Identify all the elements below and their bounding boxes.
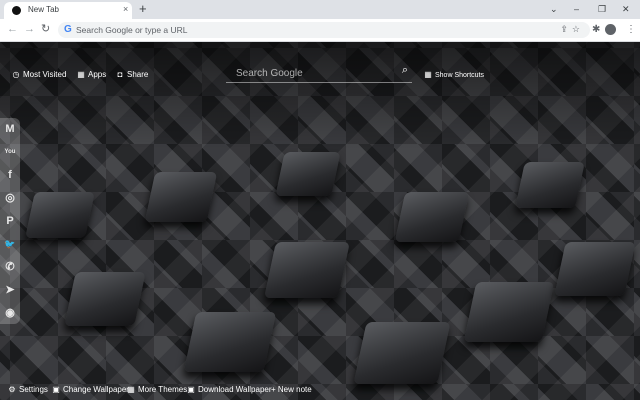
settings-label: Settings — [19, 385, 48, 394]
themes-grid-icon: ▦ — [127, 384, 135, 394]
more-themes-label: More Themes — [138, 385, 188, 394]
minimize-button[interactable]: – — [574, 3, 579, 15]
wallpaper-cube — [353, 322, 451, 384]
youtube-icon[interactable]: You — [1, 145, 19, 159]
facebook-icon[interactable]: f — [3, 168, 17, 182]
wallpaper-cube — [554, 242, 636, 296]
most-visited-label: Most Visited — [23, 70, 67, 79]
tab-search-icon[interactable]: ⌄ — [550, 3, 558, 15]
menu-icon[interactable]: ⋮ — [626, 23, 636, 36]
restore-button[interactable]: ❐ — [598, 3, 606, 15]
wallpaper-cube — [183, 312, 277, 372]
settings-button[interactable]: ⚙ Settings — [8, 385, 48, 394]
back-icon[interactable]: ← — [7, 23, 18, 36]
tab-title: New Tab — [28, 5, 59, 14]
wallpaper-cube — [264, 242, 350, 298]
wallpaper-cube — [25, 192, 95, 238]
download-wallpaper-button[interactable]: ▣ Download Wallpaper — [187, 384, 272, 394]
twitter-icon[interactable]: 🐦 — [3, 237, 17, 251]
wallpaper-cube — [64, 272, 146, 326]
download-wallpaper-label: Download Wallpaper — [198, 385, 272, 394]
change-wallpaper-label: Change Wallpaper — [63, 385, 129, 394]
tab-favicon-icon — [12, 6, 21, 15]
reload-icon[interactable]: ↻ — [41, 23, 50, 36]
tab-new-tab[interactable]: New Tab × — [4, 2, 132, 19]
omnibox[interactable]: G Search Google or type a URL ⇪☆ — [58, 22, 590, 38]
wallpaper — [0, 42, 640, 400]
new-note-button[interactable]: + New note — [271, 385, 312, 394]
history-icon: ◷ — [12, 69, 20, 79]
download-icon: ▣ — [187, 384, 195, 394]
change-wallpaper-button[interactable]: ▣ Change Wallpaper — [52, 385, 129, 394]
apps-button[interactable]: ▦ Apps — [77, 70, 106, 79]
wallpaper-cube — [463, 282, 555, 342]
forward-icon[interactable]: → — [24, 23, 35, 36]
tab-close-icon[interactable]: × — [123, 4, 128, 14]
pinterest-icon[interactable]: P — [3, 214, 17, 228]
profile-avatar-icon[interactable] — [605, 24, 616, 35]
tab-strip: New Tab × + ⌄ – ❐ ✕ — [0, 0, 640, 19]
browser-toolbar: ← → ↻ G Search Google or type a URL ⇪☆ ✱… — [0, 19, 640, 42]
image-icon: ▣ — [52, 384, 60, 394]
search-icon[interactable]: ⌕ — [402, 64, 408, 77]
telegram-icon[interactable]: ➤ — [3, 283, 17, 297]
search-input[interactable] — [234, 64, 388, 82]
instagram-icon[interactable]: ◎ — [3, 191, 17, 205]
close-window-button[interactable]: ✕ — [622, 3, 630, 15]
wallpaper-cube — [144, 172, 218, 222]
wallpaper-cube — [515, 162, 585, 208]
wallpaper-cube — [275, 152, 341, 196]
extensions-icon[interactable]: ✱ — [592, 23, 600, 36]
new-tab-button[interactable]: + — [139, 1, 147, 17]
gear-icon: ⚙ — [8, 384, 16, 394]
most-visited-button[interactable]: ◷ Most Visited — [12, 69, 67, 79]
show-shortcuts-button[interactable]: ▦ Show Shortcuts — [424, 71, 484, 79]
shortcuts-grid-icon: ▦ — [424, 70, 432, 79]
new-note-label: + New note — [271, 385, 312, 394]
gmail-icon[interactable]: M — [3, 122, 17, 136]
social-dock: M You f ◎ P 🐦 ✆ ➤ ◉ — [0, 118, 20, 324]
reddit-icon[interactable]: ◉ — [3, 306, 17, 320]
apps-grid-icon: ▦ — [77, 69, 85, 79]
share-bookmark-icons[interactable]: ⇪☆ — [560, 24, 584, 35]
show-shortcuts-label: Show Shortcuts — [435, 71, 485, 79]
apps-label: Apps — [88, 70, 107, 79]
share-icon: ◘ — [117, 69, 123, 79]
share-label: Share — [127, 70, 149, 79]
google-search-box[interactable]: ⌕ — [226, 62, 412, 83]
wallpaper-cube — [394, 192, 470, 242]
share-button[interactable]: ◘ Share — [116, 69, 149, 79]
whatsapp-icon[interactable]: ✆ — [3, 260, 17, 274]
omnibox-placeholder: Search Google or type a URL — [76, 25, 188, 35]
more-themes-button[interactable]: ▦ More Themes — [127, 385, 187, 394]
google-g-icon: G — [64, 24, 72, 35]
